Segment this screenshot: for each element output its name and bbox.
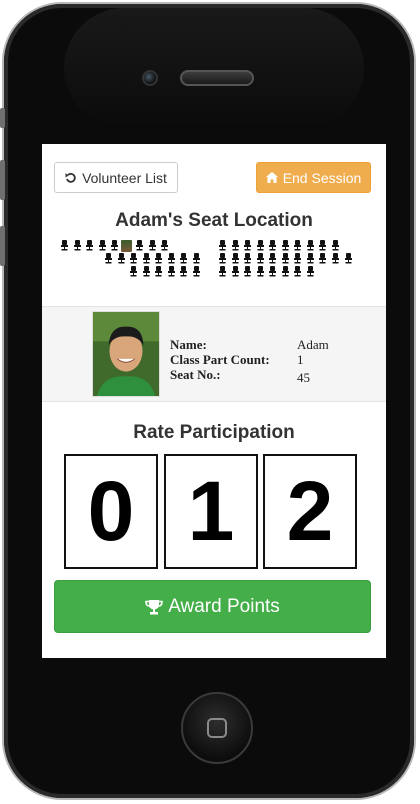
chair-icon[interactable] — [231, 240, 240, 254]
chair-icon[interactable] — [110, 240, 119, 254]
chair-icon[interactable] — [256, 240, 265, 254]
chair-icon[interactable] — [306, 253, 315, 267]
chair-icon[interactable] — [243, 240, 252, 254]
chair-icon[interactable] — [293, 240, 302, 254]
counter-digit-tens[interactable]: 1 — [164, 454, 258, 569]
chair-icon[interactable] — [154, 266, 163, 280]
counter-digit-ones[interactable]: 2 — [263, 454, 357, 569]
seat-location-title: Adam's Seat Location — [115, 210, 313, 231]
mute-switch[interactable] — [0, 108, 5, 128]
class-part-count-value: 1 — [297, 352, 304, 367]
trophy-icon — [145, 599, 163, 614]
chair-icon[interactable] — [268, 266, 277, 280]
chair-icon[interactable] — [293, 253, 302, 267]
chair-icon[interactable] — [167, 266, 176, 280]
chair-icon[interactable] — [331, 253, 340, 267]
name-label: Name: — [170, 337, 207, 352]
volume-down-button[interactable] — [0, 226, 5, 266]
chair-icon[interactable] — [281, 266, 290, 280]
chair-icon[interactable] — [129, 266, 138, 280]
chair-icon[interactable] — [243, 266, 252, 280]
chair-icon[interactable] — [85, 240, 94, 254]
chair-icon[interactable] — [331, 240, 340, 254]
chair-icon[interactable] — [167, 253, 176, 267]
front-camera — [142, 70, 158, 86]
chair-icon[interactable] — [243, 253, 252, 267]
earpiece-speaker — [180, 70, 254, 86]
counter-digit-hundreds[interactable]: 0 — [64, 454, 158, 569]
chair-icon[interactable] — [192, 253, 201, 267]
chair-icon[interactable] — [142, 266, 151, 280]
chair-icon[interactable] — [318, 253, 327, 267]
chair-icon[interactable] — [117, 253, 126, 267]
chair-icon[interactable] — [281, 240, 290, 254]
class-part-count-label: Class Part Count: — [170, 352, 270, 367]
highlighted-seat-photo[interactable] — [120, 240, 132, 252]
undo-icon — [65, 172, 76, 183]
home-icon — [265, 172, 278, 183]
home-square-icon — [207, 718, 227, 738]
seating-chart — [60, 240, 370, 282]
chair-icon[interactable] — [293, 266, 302, 280]
chair-icon[interactable] — [129, 253, 138, 267]
chair-icon[interactable] — [98, 240, 107, 254]
volunteer-list-button[interactable]: Volunteer List — [54, 162, 178, 193]
seat-number-label: Seat No.: — [170, 367, 221, 382]
rate-participation-title: Rate Participation — [133, 422, 295, 443]
phone-glare — [64, 8, 364, 128]
chair-icon[interactable] — [179, 266, 188, 280]
volunteer-list-label: Volunteer List — [82, 169, 167, 186]
chair-icon[interactable] — [160, 240, 169, 254]
chair-icon[interactable] — [60, 240, 69, 254]
chair-icon[interactable] — [281, 253, 290, 267]
chair-icon[interactable] — [344, 253, 353, 267]
chair-icon[interactable] — [135, 240, 144, 254]
chair-icon[interactable] — [218, 266, 227, 280]
chair-icon[interactable] — [142, 253, 151, 267]
chair-icon[interactable] — [268, 253, 277, 267]
student-profile: Name: Adam Class Part Count: 1 Seat No.:… — [42, 306, 386, 402]
chair-icon[interactable] — [154, 253, 163, 267]
name-value: Adam — [297, 337, 329, 352]
chair-icon[interactable] — [268, 240, 277, 254]
chair-icon[interactable] — [306, 266, 315, 280]
chair-icon[interactable] — [231, 266, 240, 280]
chair-icon[interactable] — [73, 240, 82, 254]
chair-icon[interactable] — [179, 253, 188, 267]
award-points-label: Award Points — [168, 595, 280, 617]
chair-icon[interactable] — [148, 240, 157, 254]
student-avatar — [92, 311, 160, 397]
chair-icon[interactable] — [256, 266, 265, 280]
app-screen: Volunteer List End Session Adam's Seat L… — [42, 144, 386, 658]
chair-icon[interactable] — [256, 253, 265, 267]
chair-icon[interactable] — [231, 253, 240, 267]
home-button[interactable] — [181, 692, 253, 764]
chair-icon[interactable] — [192, 266, 201, 280]
chair-icon[interactable] — [218, 240, 227, 254]
chair-icon[interactable] — [306, 240, 315, 254]
end-session-label: End Session — [282, 169, 362, 186]
seat-number-value: 45 — [297, 370, 310, 385]
chair-icon[interactable] — [218, 253, 227, 267]
award-points-button[interactable]: Award Points — [54, 580, 371, 633]
end-session-button[interactable]: End Session — [256, 162, 371, 193]
chair-icon[interactable] — [318, 240, 327, 254]
volume-up-button[interactable] — [0, 160, 5, 200]
chair-icon[interactable] — [104, 253, 113, 267]
